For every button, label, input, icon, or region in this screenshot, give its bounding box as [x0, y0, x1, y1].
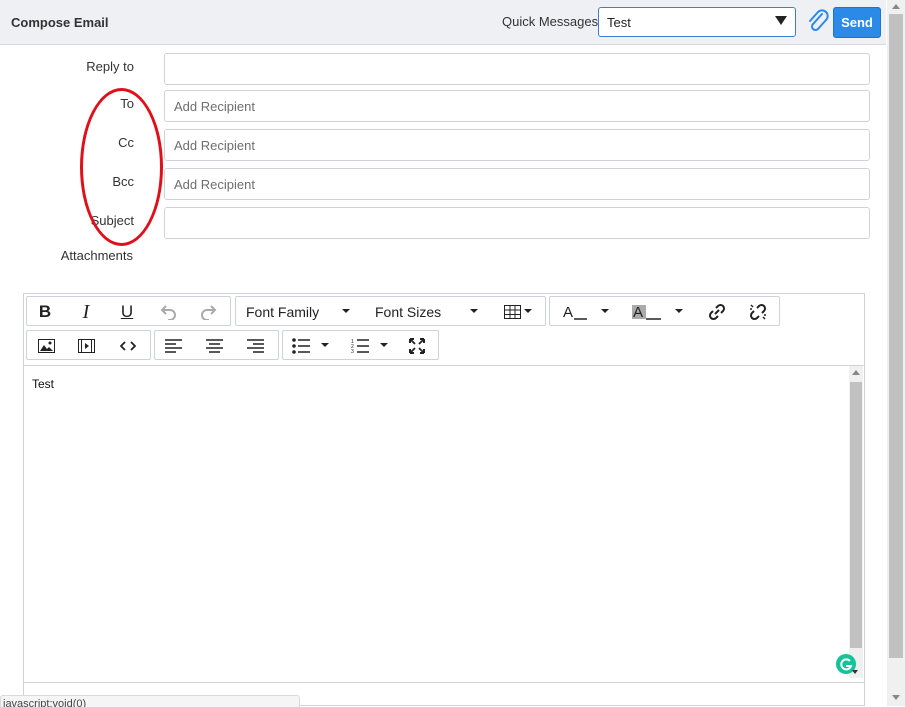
bullet-list-caret-icon[interactable]	[321, 343, 329, 347]
scroll-up-icon[interactable]	[892, 4, 900, 9]
highlight-oval	[80, 88, 163, 246]
attachments-label: Attachments	[60, 248, 133, 263]
svg-text:3: 3	[351, 349, 354, 354]
font-sizes-caret-icon[interactable]	[470, 309, 478, 313]
to-input[interactable]: Add Recipient	[164, 90, 870, 122]
editor-footer-divider	[24, 682, 864, 683]
editor-scroll-up-icon[interactable]	[852, 370, 860, 375]
rich-text-editor: B I U Font Family Font Sizes A A 1 2 3 T…	[23, 293, 865, 706]
email-body-text: Test	[32, 377, 55, 391]
color-link-group: A A	[549, 296, 780, 326]
align-right-icon[interactable]	[244, 336, 266, 356]
numbered-list-caret-icon[interactable]	[380, 343, 388, 347]
video-icon[interactable]	[75, 336, 97, 356]
grammarly-caret-icon[interactable]	[852, 670, 858, 674]
editor-toolbar: B I U Font Family Font Sizes A A 1 2 3	[24, 294, 864, 366]
bcc-input[interactable]: Add Recipient	[164, 168, 870, 200]
bold-icon[interactable]: B	[33, 302, 57, 322]
font-family-select[interactable]: Font Family	[246, 304, 319, 320]
quick-messages-select[interactable]: Test	[598, 7, 796, 37]
unlink-icon[interactable]	[747, 302, 769, 322]
list-group: 123	[282, 330, 439, 360]
bcc-placeholder: Add Recipient	[174, 177, 255, 192]
text-color-icon[interactable]: A	[562, 302, 588, 322]
cc-input[interactable]: Add Recipient	[164, 129, 870, 161]
source-code-icon[interactable]	[117, 336, 139, 356]
scroll-down-icon[interactable]	[892, 695, 900, 700]
paperclip-icon[interactable]	[806, 9, 830, 35]
reply-to-label: Reply to	[86, 59, 134, 74]
bullet-list-icon[interactable]	[290, 336, 312, 356]
insert-group	[26, 330, 151, 360]
link-icon[interactable]	[706, 302, 728, 322]
subject-input[interactable]	[164, 207, 870, 239]
undo-icon[interactable]	[156, 302, 180, 322]
editor-scrollbar[interactable]	[849, 366, 863, 678]
editor-scrollbar-thumb[interactable]	[850, 382, 862, 648]
redo-icon[interactable]	[197, 302, 221, 322]
background-color-caret-icon[interactable]	[675, 309, 683, 313]
alignment-group	[154, 330, 279, 360]
quick-messages-label: Quick Messages	[502, 14, 599, 29]
image-icon[interactable]	[35, 336, 57, 356]
font-group: Font Family Font Sizes	[235, 296, 546, 326]
page-scrollbar-thumb[interactable]	[889, 14, 903, 658]
page-title: Compose Email	[11, 15, 109, 30]
caret-down-icon	[775, 16, 787, 25]
font-family-caret-icon[interactable]	[342, 309, 350, 313]
to-placeholder: Add Recipient	[174, 99, 255, 114]
editor-body[interactable]: Test	[24, 366, 850, 682]
underline-icon[interactable]: U	[115, 302, 139, 322]
compose-header: Compose Email Quick Messages Test Send	[0, 0, 886, 45]
align-left-icon[interactable]	[162, 336, 184, 356]
status-bar: javascript:void(0)	[0, 695, 300, 707]
svg-text:A: A	[633, 304, 643, 320]
format-group: B I U	[26, 296, 231, 326]
font-sizes-select[interactable]: Font Sizes	[375, 304, 441, 320]
fullscreen-icon[interactable]	[406, 336, 428, 356]
table-caret-icon[interactable]	[524, 309, 532, 313]
italic-icon[interactable]: I	[74, 301, 98, 323]
send-button[interactable]: Send	[833, 7, 881, 38]
numbered-list-icon[interactable]: 123	[349, 336, 371, 356]
page-scrollbar[interactable]	[887, 0, 905, 706]
background-color-icon[interactable]: A	[632, 302, 662, 322]
reply-to-input[interactable]	[164, 53, 870, 85]
table-icon[interactable]	[502, 302, 522, 322]
cc-placeholder: Add Recipient	[174, 138, 255, 153]
align-center-icon[interactable]	[203, 336, 225, 356]
svg-text:A: A	[563, 304, 573, 320]
text-color-caret-icon[interactable]	[601, 309, 609, 313]
quick-messages-value: Test	[607, 15, 631, 30]
